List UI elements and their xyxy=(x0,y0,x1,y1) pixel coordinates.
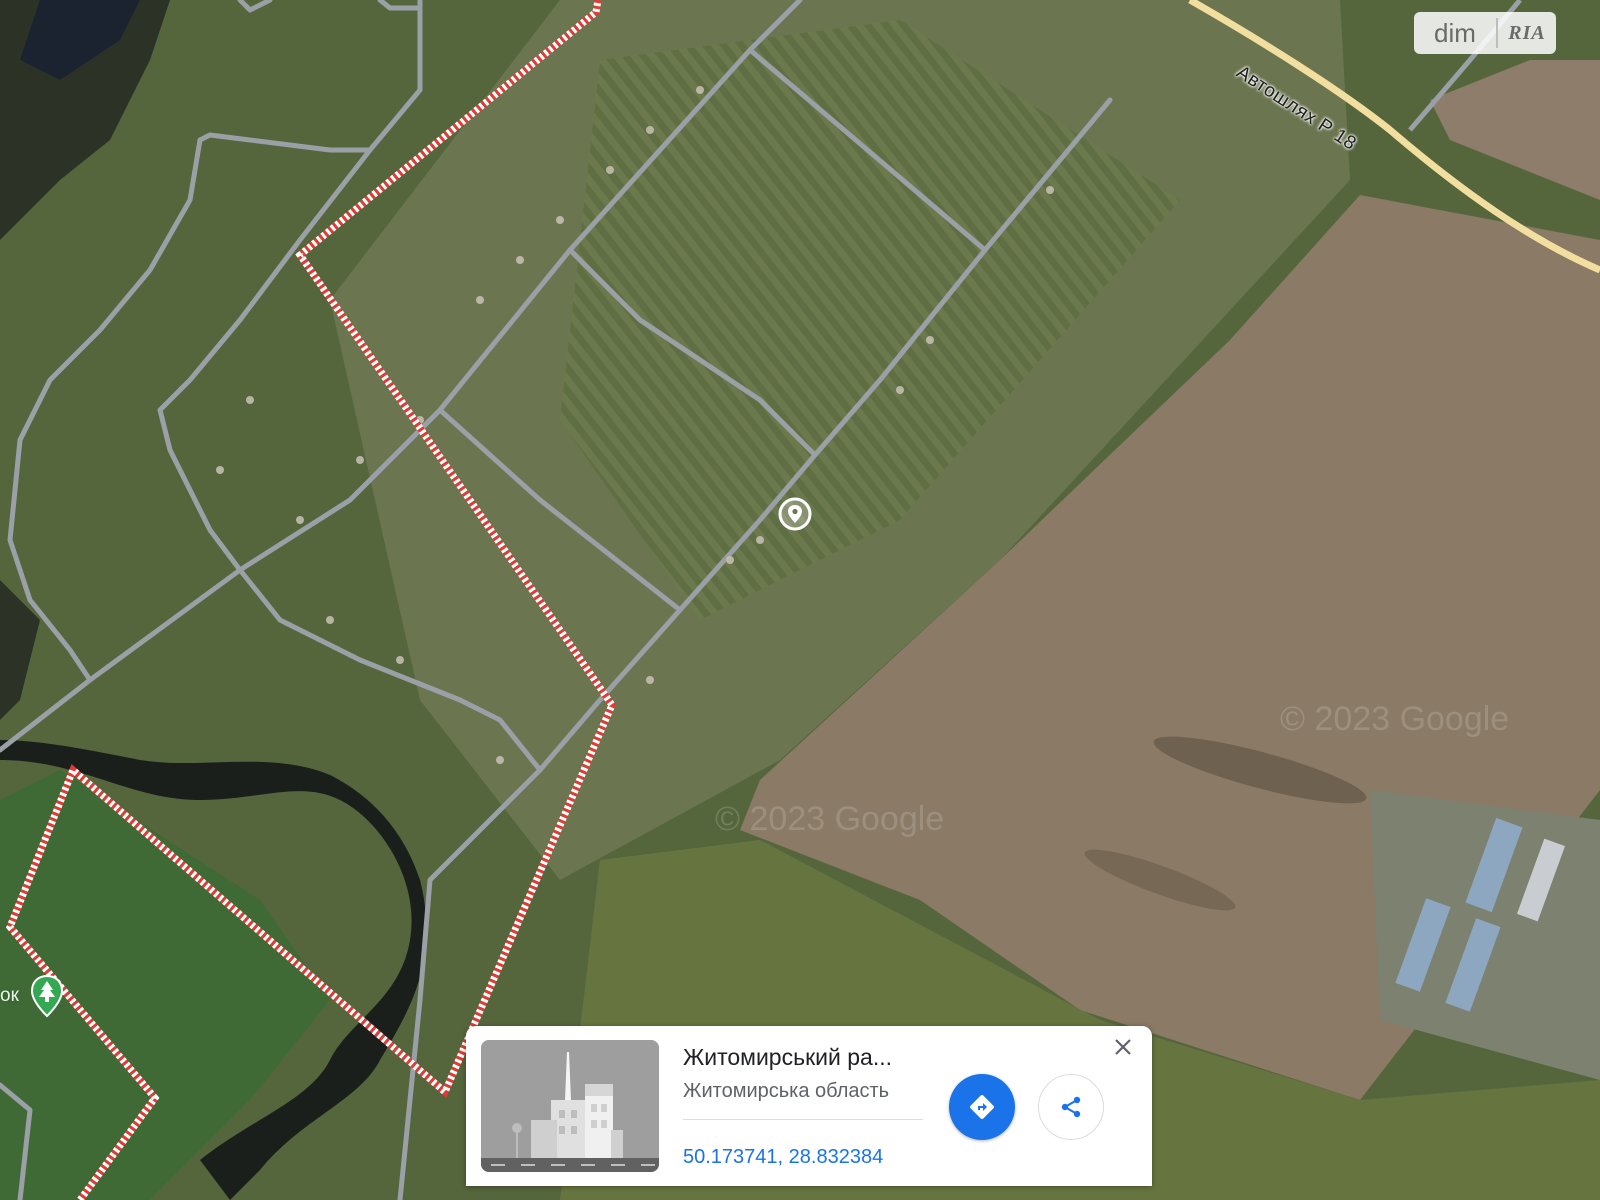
satellite-imagery xyxy=(0,0,1600,1200)
logo-dim-text: dim xyxy=(1414,18,1498,48)
place-info-card: Житомирський ра... Житомирська область 5… xyxy=(466,1026,1152,1186)
place-subtitle: Житомирська область xyxy=(683,1080,890,1102)
dimria-logo: dim RIA xyxy=(1414,12,1556,54)
city-illustration xyxy=(481,1040,659,1172)
place-thumbnail[interactable] xyxy=(481,1040,659,1172)
map-view[interactable]: Автошлях Р 18 © 2023 Google © 2023 Googl… xyxy=(0,0,1600,1200)
map-pin-icon[interactable] xyxy=(775,497,815,537)
logo-ria-text: RIA xyxy=(1508,21,1546,44)
place-title: Житомирський ра... xyxy=(683,1044,892,1070)
card-divider xyxy=(683,1119,923,1120)
directions-icon xyxy=(970,1095,994,1119)
park-label: ок xyxy=(0,985,19,1006)
google-watermark: © 2023 Google xyxy=(1280,700,1510,738)
directions-button[interactable] xyxy=(949,1074,1015,1140)
tree-icon[interactable] xyxy=(30,974,64,1018)
close-button[interactable] xyxy=(1110,1034,1136,1060)
share-button[interactable] xyxy=(1038,1074,1104,1140)
google-watermark: © 2023 Google xyxy=(715,800,945,838)
coordinates-link[interactable]: 50.173741, 28.832384 xyxy=(683,1146,883,1169)
close-icon xyxy=(1115,1039,1131,1055)
share-icon xyxy=(1061,1096,1081,1118)
